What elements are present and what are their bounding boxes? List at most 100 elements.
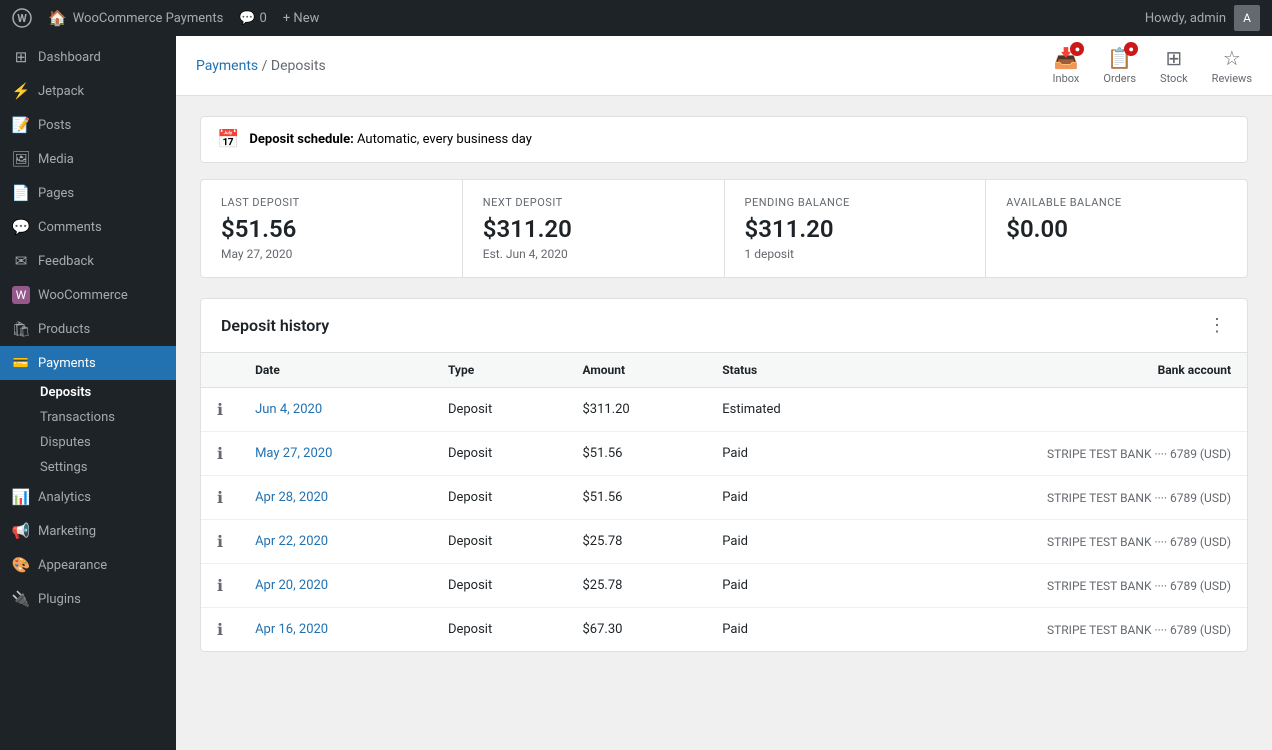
payments-submenu: Deposits Transactions Disputes Settings [0,380,176,480]
sidebar-label-media: Media [38,152,74,167]
row-amount: $67.30 [566,608,706,652]
svg-text:W: W [17,12,27,25]
stock-button[interactable]: ⊞ Stock [1160,46,1188,85]
sidebar-item-feedback[interactable]: ✉ Feedback [0,244,176,278]
inbox-label: Inbox [1053,72,1080,85]
sidebar-label-posts: Posts [38,118,71,133]
row-type: Deposit [432,388,567,432]
row-info-icon[interactable]: ℹ [201,476,239,520]
sidebar-item-woocommerce[interactable]: W WooCommerce [0,278,176,312]
th-date: Date [239,353,432,388]
sidebar-item-appearance[interactable]: 🎨 Appearance [0,548,176,582]
sidebar-sub-disputes[interactable]: Disputes [40,430,176,455]
sidebar-item-analytics[interactable]: 📊 Analytics [0,480,176,514]
row-amount: $25.78 [566,564,706,608]
breadcrumb-current: Deposits [271,58,326,74]
calendar-icon: 📅 [217,129,239,150]
inbox-button[interactable]: 📥● Inbox [1053,46,1080,85]
table-row: ℹ Apr 16, 2020 Deposit $67.30 Paid STRIP… [201,608,1247,652]
sidebar-sub-deposits[interactable]: Deposits [40,380,176,405]
row-bank: STRIPE TEST BANK ···· 6789 (USD) [866,608,1247,652]
stock-icon: ⊞ [1165,46,1182,70]
table-row: ℹ May 27, 2020 Deposit $51.56 Paid STRIP… [201,432,1247,476]
new-button[interactable]: + New [283,11,320,26]
sidebar-item-plugins[interactable]: 🔌 Plugins [0,582,176,616]
row-status: Paid [706,564,866,608]
row-status: Paid [706,476,866,520]
wp-logo[interactable]: W [12,8,32,28]
row-info-icon[interactable]: ℹ [201,564,239,608]
orders-button[interactable]: 📋● Orders [1103,46,1136,85]
row-bank: STRIPE TEST BANK ···· 6789 (USD) [866,476,1247,520]
inbox-icon: 📥● [1054,46,1079,70]
avatar: A [1234,5,1260,31]
deposit-history-card: Deposit history ⋮ Date Type Amount Statu… [200,298,1248,652]
topbar: Payments / Deposits 📥● Inbox 📋● Orders [176,36,1272,96]
sidebar-label-woocommerce: WooCommerce [38,288,128,303]
sidebar-item-comments[interactable]: 💬 Comments [0,210,176,244]
deposit-schedule-banner: 📅 Deposit schedule: Automatic, every bus… [200,116,1248,163]
row-info-icon[interactable]: ℹ [201,388,239,432]
last-deposit-label: LAST DEPOSIT [221,196,442,209]
admin-user[interactable]: Howdy, admin A [1145,5,1260,31]
comments-nav-icon: 💬 [12,218,30,236]
th-type: Type [432,353,567,388]
sidebar-item-jetpack[interactable]: ⚡ Jetpack [0,74,176,108]
reviews-icon: ☆ [1223,46,1241,70]
row-status: Estimated [706,388,866,432]
sidebar-item-payments[interactable]: 💳 Payments [0,346,176,380]
row-type: Deposit [432,608,567,652]
row-date[interactable]: Apr 28, 2020 [239,476,432,520]
row-date[interactable]: Apr 20, 2020 [239,564,432,608]
plugins-icon: 🔌 [12,590,30,608]
th-status: Status [706,353,866,388]
comments-icon[interactable]: 💬 0 [239,11,267,26]
next-deposit-sub: Est. Jun 4, 2020 [483,247,704,261]
sidebar-item-pages[interactable]: 📄 Pages [0,176,176,210]
row-date[interactable]: Apr 22, 2020 [239,520,432,564]
row-bank: STRIPE TEST BANK ···· 6789 (USD) [866,564,1247,608]
deposit-schedule-label: Deposit schedule: Automatic, every busin… [249,132,532,147]
appearance-icon: 🎨 [12,556,30,574]
sidebar-sub-settings[interactable]: Settings [40,455,176,480]
stock-label: Stock [1160,72,1188,85]
row-info-icon[interactable]: ℹ [201,432,239,476]
sidebar-label-payments: Payments [38,356,96,371]
row-amount: $51.56 [566,432,706,476]
sidebar-label-marketing: Marketing [38,524,96,539]
feedback-icon: ✉ [12,252,30,270]
stat-available-balance: AVAILABLE BALANCE $0.00 [986,180,1247,277]
row-type: Deposit [432,432,567,476]
available-balance-value: $0.00 [1006,215,1227,243]
row-date[interactable]: Apr 16, 2020 [239,608,432,652]
sidebar-item-posts[interactable]: 📝 Posts [0,108,176,142]
sidebar-item-products[interactable]: 🛍 Products [0,312,176,346]
th-bank: Bank account [866,353,1247,388]
woocommerce-icon: W [12,286,30,304]
sidebar-item-media[interactable]: 🖼 Media [0,142,176,176]
row-date[interactable]: May 27, 2020 [239,432,432,476]
analytics-icon: 📊 [12,488,30,506]
history-title: Deposit history [221,316,329,335]
sidebar-item-marketing[interactable]: 📢 Marketing [0,514,176,548]
payments-icon: 💳 [12,354,30,372]
table-row: ℹ Jun 4, 2020 Deposit $311.20 Estimated [201,388,1247,432]
history-menu-button[interactable]: ⋮ [1208,315,1227,336]
row-info-icon[interactable]: ℹ [201,520,239,564]
posts-icon: 📝 [12,116,30,134]
available-balance-label: AVAILABLE BALANCE [1006,196,1227,209]
products-icon: 🛍 [12,320,30,338]
content-area: 📅 Deposit schedule: Automatic, every bus… [176,96,1272,750]
sidebar-item-dashboard[interactable]: ⊞ Dashboard [0,40,176,74]
deposit-history-table: Date Type Amount Status Bank account ℹ J… [201,353,1247,651]
row-info-icon[interactable]: ℹ [201,608,239,652]
history-header: Deposit history ⋮ [201,299,1247,353]
site-name[interactable]: 🏠 WooCommerce Payments [48,9,223,27]
row-date[interactable]: Jun 4, 2020 [239,388,432,432]
pages-icon: 📄 [12,184,30,202]
sidebar-sub-transactions[interactable]: Transactions [40,405,176,430]
breadcrumb-link[interactable]: Payments [196,58,258,74]
row-bank: STRIPE TEST BANK ···· 6789 (USD) [866,520,1247,564]
th-info [201,353,239,388]
reviews-button[interactable]: ☆ Reviews [1212,46,1252,85]
